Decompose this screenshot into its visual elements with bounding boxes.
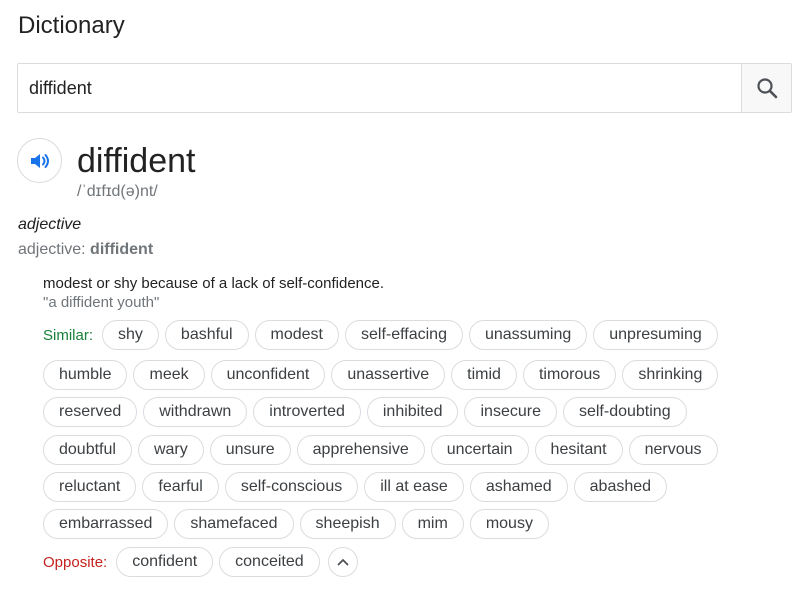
similar-row: doubtful wary unsure apprehensive uncert…: [43, 435, 718, 465]
similar-chip[interactable]: inhibited: [366, 397, 459, 427]
similar-chip[interactable]: self-doubting: [562, 397, 687, 427]
similar-chip[interactable]: apprehensive: [296, 435, 425, 465]
similar-chip[interactable]: unconfident: [210, 360, 326, 390]
similar-row: humble meek unconfident unassertive timi…: [43, 360, 719, 390]
similar-chip[interactable]: uncertain: [430, 435, 529, 465]
similar-label: Similar:: [43, 326, 94, 344]
opposite-chip[interactable]: conceited: [219, 547, 320, 577]
similar-chip[interactable]: sheepish: [299, 509, 396, 539]
collapse-synonyms-button[interactable]: [327, 547, 358, 577]
similar-row: Similar: shy bashful modest self-effacin…: [43, 320, 718, 350]
similar-chip[interactable]: modest: [254, 320, 339, 350]
headword: diffident: [77, 142, 196, 180]
similar-chip[interactable]: mousy: [469, 509, 549, 539]
similar-chip[interactable]: reluctant: [43, 472, 137, 502]
dictionary-panel: Dictionary diffident /ˈdɪfɪd(ə)nt/ adjec…: [0, 0, 804, 596]
similar-chip[interactable]: unsure: [209, 435, 291, 465]
phonetic-spelling: /ˈdɪfɪd(ə)nt/: [77, 183, 158, 200]
pos-word: diffident: [90, 241, 154, 258]
similar-chip[interactable]: shrinking: [622, 360, 719, 390]
search-box: [17, 63, 792, 113]
part-of-speech-line: adjective: diffident: [18, 241, 153, 259]
speaker-icon: [30, 153, 49, 168]
similar-chip[interactable]: withdrawn: [143, 397, 248, 427]
similar-chip[interactable]: unassuming: [468, 320, 588, 350]
part-of-speech-heading: adjective: [18, 216, 82, 233]
definition-text: modest or shy because of a lack of self-…: [43, 275, 385, 292]
similar-chip[interactable]: embarrassed: [43, 509, 169, 539]
similar-chip[interactable]: humble: [43, 360, 128, 390]
similar-chip[interactable]: mim: [401, 509, 464, 539]
similar-chip[interactable]: ill at ease: [364, 472, 464, 502]
search-button[interactable]: [741, 64, 791, 112]
similar-chip[interactable]: self-conscious: [224, 472, 359, 502]
similar-chip[interactable]: doubtful: [43, 435, 132, 465]
search-input[interactable]: [18, 64, 741, 112]
similar-chip[interactable]: bashful: [164, 320, 249, 350]
pronunciation-button[interactable]: [17, 138, 62, 183]
similar-row: reserved withdrawn introverted inhibited…: [43, 397, 687, 427]
similar-row: embarrassed shamefaced sheepish mim mous…: [43, 509, 549, 539]
similar-row: reluctant fearful self-conscious ill at …: [43, 472, 668, 502]
similar-chip[interactable]: shamefaced: [174, 509, 294, 539]
similar-chip[interactable]: nervous: [628, 435, 718, 465]
similar-chip[interactable]: timorous: [522, 360, 617, 390]
similar-chip[interactable]: hesitant: [534, 435, 623, 465]
similar-chip[interactable]: abashed: [573, 472, 668, 502]
similar-chip[interactable]: timid: [451, 360, 517, 390]
similar-chip[interactable]: unpresuming: [593, 320, 718, 350]
example-sentence: "a diffident youth": [43, 294, 160, 311]
similar-chip[interactable]: ashamed: [469, 472, 568, 502]
similar-chip[interactable]: wary: [137, 435, 204, 465]
similar-chip[interactable]: self-effacing: [344, 320, 463, 350]
search-icon: [756, 78, 777, 99]
opposite-row: Opposite: confident conceited: [43, 547, 358, 577]
similar-chip[interactable]: shy: [102, 320, 159, 350]
pos-prefix: adjective:: [18, 241, 91, 258]
similar-chip[interactable]: meek: [133, 360, 205, 390]
similar-chip[interactable]: fearful: [142, 472, 219, 502]
similar-chip[interactable]: insecure: [464, 397, 557, 427]
similar-chip[interactable]: reserved: [43, 397, 138, 427]
similar-chip[interactable]: introverted: [253, 397, 361, 427]
similar-chip[interactable]: unassertive: [331, 360, 446, 390]
opposite-label: Opposite:: [43, 553, 108, 571]
chevron-up-icon: [337, 559, 349, 566]
opposite-chip[interactable]: confident: [116, 547, 214, 577]
panel-title: Dictionary: [18, 12, 125, 39]
